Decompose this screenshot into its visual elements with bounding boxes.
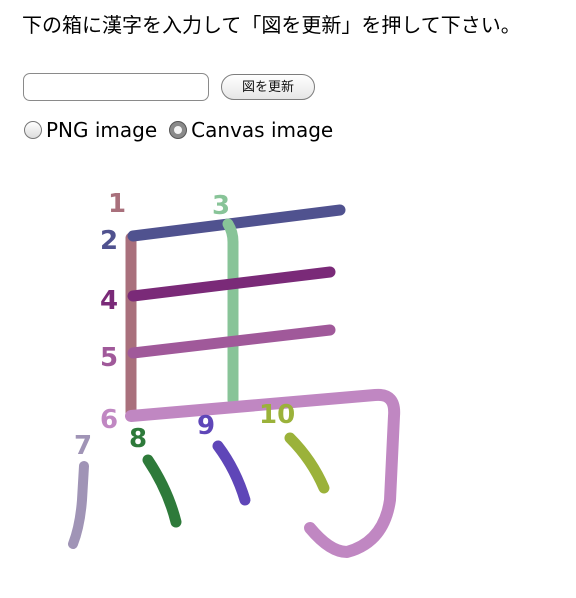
kanji-stroke-canvas: 1 2 3 4 5 6 7 8 9 10 (0, 170, 576, 590)
stroke-number-9: 9 (197, 411, 215, 441)
stroke-7 (68, 461, 89, 549)
kanji-stroke-diagram: 1 2 3 4 5 6 7 8 9 10 (68, 189, 401, 558)
stroke-number-7: 7 (74, 431, 92, 461)
stroke-number-4: 4 (100, 286, 118, 316)
stroke-number-6: 6 (100, 405, 118, 435)
instruction-text: 下の箱に漢字を入力して「図を更新」を押して下さい。 (22, 13, 521, 37)
stroke-number-5: 5 (100, 343, 118, 373)
update-figure-button[interactable]: 図を更新 (221, 74, 315, 100)
stroke-number-8: 8 (129, 424, 147, 454)
png-image-label[interactable]: PNG image (46, 118, 157, 142)
stroke-10 (284, 432, 330, 494)
stroke-number-2: 2 (100, 226, 118, 256)
canvas-image-label[interactable]: Canvas image (191, 118, 333, 142)
stroke-9 (212, 440, 251, 506)
stroke-number-10: 10 (259, 400, 295, 430)
stroke-number-1: 1 (108, 189, 126, 219)
stroke-3 (222, 218, 239, 406)
png-image-radio[interactable] (24, 121, 42, 139)
stroke-8 (142, 454, 182, 528)
image-mode-group: PNG image Canvas image (24, 117, 345, 143)
kanji-input[interactable] (23, 73, 209, 101)
stroke-number-3: 3 (212, 191, 230, 221)
canvas-image-radio[interactable] (169, 121, 188, 139)
